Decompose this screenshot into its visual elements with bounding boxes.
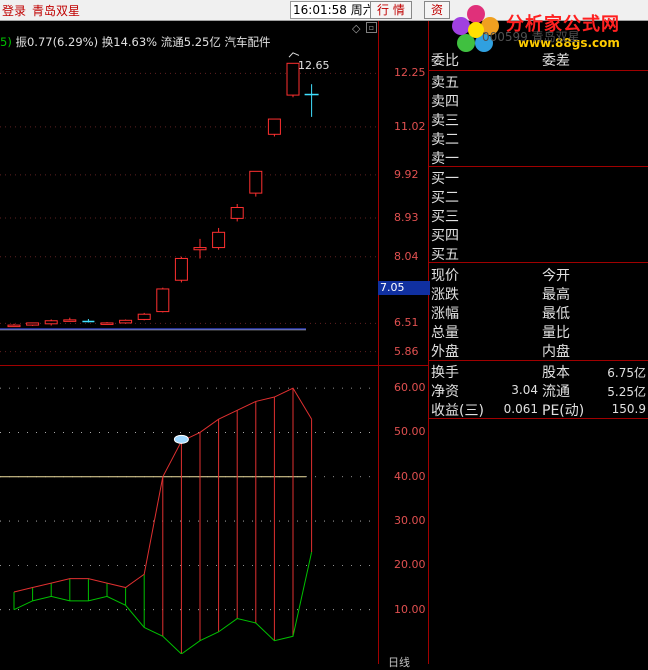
stock-name[interactable]: 青岛双星: [32, 2, 80, 19]
quote-label: 今开: [542, 268, 570, 284]
peak-price-label: 12.65: [298, 59, 330, 72]
price-tick-label: 9.92: [394, 167, 419, 181]
candle: [44, 319, 58, 326]
current-price-marker: 7.05: [378, 281, 430, 295]
quote-button[interactable]: 行 情: [370, 1, 412, 19]
quote-label: 最高: [542, 287, 570, 303]
candle: [230, 204, 244, 222]
fund-label: 收益(三): [431, 403, 484, 419]
candle: [119, 319, 133, 324]
fund-label: 股本: [542, 365, 570, 381]
candle: [63, 317, 77, 322]
buy-level-label: 买二: [431, 190, 459, 206]
order-diff-label: 委差: [542, 53, 570, 69]
period-tab[interactable]: 日线: [388, 654, 410, 670]
sell-level-label: 卖五: [431, 75, 459, 91]
candle: [249, 170, 263, 197]
signal-marker: [173, 434, 189, 444]
axis-divider: [378, 21, 379, 664]
buy-level-label: 买三: [431, 209, 459, 225]
price-tick-label: 12.25: [394, 66, 426, 80]
buy-level-label: 买四: [431, 228, 459, 244]
candle: [156, 287, 170, 313]
fund-value: 0.061: [503, 402, 538, 416]
sell-level-label: 卖三: [431, 113, 459, 129]
indicator-tick-label: 20.00: [394, 558, 426, 572]
price-tick-label: 8.93: [394, 210, 419, 224]
quote-label: 总量: [431, 325, 459, 341]
buy-level-label: 买五: [431, 247, 459, 263]
candle: [100, 322, 114, 325]
sell-level-label: 卖四: [431, 94, 459, 110]
panel-rule: [428, 360, 648, 361]
buy-level-label: 买一: [431, 171, 459, 187]
fund-label: 换手: [431, 365, 459, 381]
indicator-tick-label: 10.00: [394, 602, 426, 616]
panel-rule: [428, 70, 648, 71]
quote-label: 内盘: [542, 344, 570, 360]
login-link[interactable]: 登录: [2, 2, 26, 19]
price-tick-label: 6.51: [394, 316, 419, 330]
candle: [304, 84, 319, 117]
sell-level-label: 卖一: [431, 151, 459, 167]
panel-rule: [428, 262, 648, 263]
fund-label: 净资: [431, 384, 459, 400]
candlestick-chart[interactable]: [0, 45, 378, 363]
indicator-tick-label: 50.00: [394, 425, 426, 439]
price-tick-label: 8.04: [394, 249, 419, 263]
candle: [7, 323, 21, 328]
clock-display: 16:01:58 周六: [290, 1, 378, 19]
fund-value: 5.25亿: [607, 385, 646, 399]
restore-icon[interactable]: ▫: [366, 22, 377, 33]
ghost-stock-code: 000599 青岛双星: [482, 30, 580, 44]
quote-label: 涨跌: [431, 287, 459, 303]
candle: [26, 322, 40, 326]
panel-divider: [428, 21, 429, 664]
diamond-icon[interactable]: ◇: [352, 22, 360, 35]
candle: [193, 238, 207, 259]
fund-value: 150.9: [611, 402, 646, 416]
panel-rule: [428, 166, 648, 167]
order-ratio-label: 委比: [431, 53, 459, 69]
fund-value: 6.75亿: [607, 366, 646, 380]
price-tick-label: 11.02: [394, 119, 426, 133]
indicator-tick-label: 30.00: [394, 514, 426, 528]
candle: [82, 319, 95, 323]
peak-marker: [288, 52, 300, 58]
indicator-tick-label: 40.00: [394, 469, 426, 483]
fund-value: 3.04: [511, 383, 538, 397]
candle: [212, 227, 226, 250]
quote-label: 量比: [542, 325, 570, 341]
candle: [137, 312, 151, 321]
quote-label: 外盘: [431, 344, 459, 360]
candle: [174, 256, 188, 283]
indicator-tick-label: 60.00: [394, 381, 426, 395]
fund-label: PE(动): [542, 403, 585, 419]
price-tick-label: 5.86: [394, 344, 419, 358]
quote-label: 现价: [431, 268, 459, 284]
sell-level-label: 卖二: [431, 132, 459, 148]
fund-label: 流通: [542, 384, 570, 400]
indicator-chart[interactable]: [0, 366, 378, 654]
candle: [267, 118, 281, 137]
quote-label: 最低: [542, 306, 570, 322]
quote-label: 涨幅: [431, 306, 459, 322]
